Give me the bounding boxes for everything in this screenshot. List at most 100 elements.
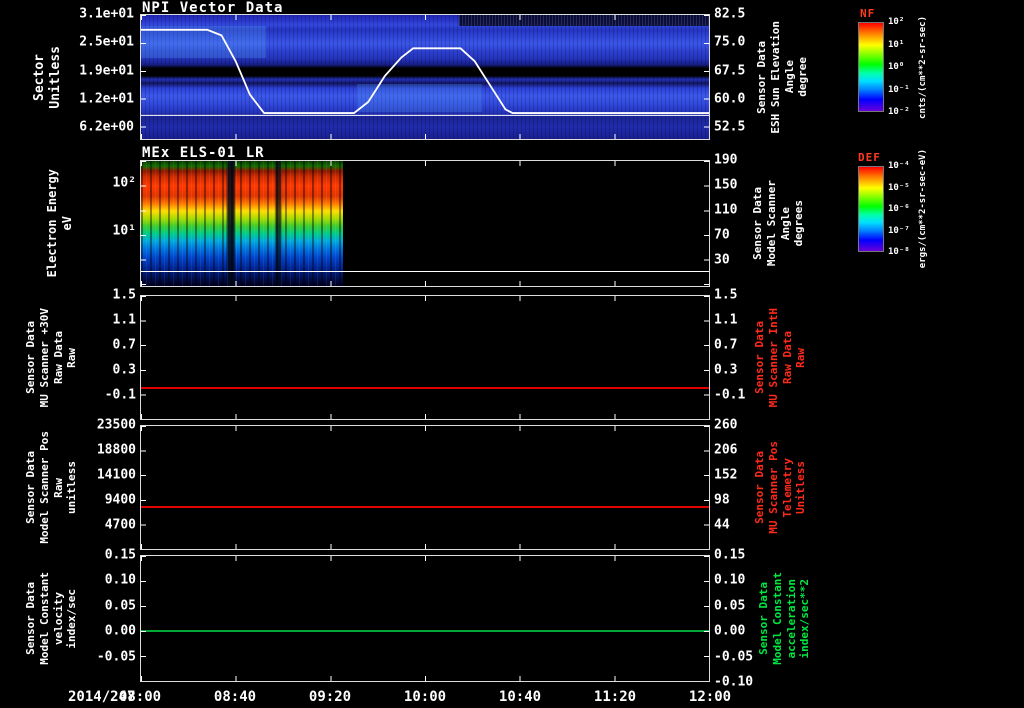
colorbar-tick-label: 10⁻⁸ xyxy=(888,247,910,257)
panel2-left-ticks: 10² 10¹ xyxy=(102,160,136,287)
axis-label-line: Raw xyxy=(51,477,65,498)
y-tick-label: 1.9e+01 xyxy=(79,63,134,79)
els-overlay-line xyxy=(141,271,709,272)
panel1-left-ticks: 3.1e+01 2.5e+01 1.9e+01 1.2e+01 6.2e+00 xyxy=(74,8,134,140)
y-tick-label: 0.7 xyxy=(714,337,738,353)
colorbar-def-title: DEF xyxy=(858,151,881,164)
y-tick-label: 30 xyxy=(714,252,730,268)
y-tick-label: 18800 xyxy=(96,442,136,458)
y-tick-label: -0.05 xyxy=(714,649,754,665)
x-tick-marks xyxy=(141,676,709,681)
colorbar-tick-label: 10⁻⁷ xyxy=(888,225,910,236)
axis-label-line: Sector xyxy=(31,53,47,101)
model-scanner-pos-plot xyxy=(140,425,710,550)
y-tick-marks xyxy=(704,296,709,419)
y-tick-marks xyxy=(704,426,709,549)
panel1-right-axis-label: Sensor Data ESH Sun Elevation Angle degr… xyxy=(755,14,810,140)
science-plot-page: NPI Vector Data Sector Unitless 3.1e+01 … xyxy=(0,0,1024,708)
model-constant-velocity-line xyxy=(141,630,709,632)
unit-label: cnts/(cm**2-sr-sec) xyxy=(917,15,928,119)
y-tick-label: 0.10 xyxy=(714,572,746,588)
y-tick-label: 82.5 xyxy=(714,6,746,22)
panel1-left-axis-label: Sector Unitless xyxy=(28,14,68,140)
colorbar-nf-ticks: 10² 10¹ 10⁰ 10⁻¹ 10⁻² xyxy=(888,17,914,117)
time-tick-label: 11:20 xyxy=(593,689,637,705)
y-tick-label: 6.2e+00 xyxy=(79,119,134,135)
y-tick-label: -0.1 xyxy=(104,387,136,403)
model-constant-velocity-plot xyxy=(140,555,710,682)
y-tick-label: -0.1 xyxy=(714,387,746,403)
colorbar-nf-title: NF xyxy=(860,7,876,20)
colorbar-tick-label: 10⁻⁶ xyxy=(888,204,910,214)
y-tick-marks xyxy=(141,556,146,681)
axis-label-line: Raw Data xyxy=(51,331,65,384)
y-tick-label: 190 xyxy=(714,152,738,168)
colorbar-tick-label: 10⁻⁴ xyxy=(888,161,910,171)
panel3-left-ticks: 1.5 1.1 0.7 0.3 -0.1 xyxy=(90,289,136,420)
colorbar-tick-label: 10⁻² xyxy=(888,107,910,117)
y-tick-label: 0.7 xyxy=(112,337,136,353)
y-tick-label: 52.5 xyxy=(714,119,746,135)
axis-label-line: degree xyxy=(796,57,810,97)
axis-label-line: Angle xyxy=(782,60,796,94)
y-tick-marks xyxy=(704,161,709,286)
axis-label-line: Raw Data xyxy=(780,331,794,384)
axis-label-line: Raw xyxy=(65,347,79,368)
time-tick-label: 08:40 xyxy=(213,689,257,705)
x-tick-marks xyxy=(141,161,709,166)
axis-label-line: Model Constant xyxy=(770,572,784,665)
axis-label-line: unitless xyxy=(65,461,79,514)
axis-label-line: eV xyxy=(59,216,74,231)
axis-label-line: Sensor Data xyxy=(757,582,771,655)
panel3-right-ticks: 1.5 1.1 0.7 0.3 -0.1 xyxy=(714,289,748,420)
y-tick-marks xyxy=(704,15,709,139)
model-scanner-pos-line xyxy=(141,505,709,508)
y-tick-label: 150 xyxy=(714,177,738,193)
y-tick-label: 70 xyxy=(714,227,730,243)
y-tick-label: 0.00 xyxy=(714,623,746,639)
colorbar-def xyxy=(858,166,884,252)
time-tick-label: 12:00 xyxy=(688,689,732,705)
y-tick-label: 206 xyxy=(714,442,738,458)
y-tick-marks xyxy=(141,15,146,139)
time-tick-label: 09:20 xyxy=(308,689,352,705)
y-tick-label: 0.05 xyxy=(104,598,136,614)
axis-label-line: Sensor Data xyxy=(753,451,767,524)
y-tick-label: 260 xyxy=(714,417,738,433)
time-tick-label: 10:40 xyxy=(498,689,542,705)
panel4-right-ticks: 260 206 152 98 44 xyxy=(714,419,748,550)
panel3-right-axis-label: Sensor Data MU Scanner IntH Raw Data Raw xyxy=(752,295,810,420)
y-tick-label: -0.10 xyxy=(714,674,754,690)
y-tick-label: 1.2e+01 xyxy=(79,91,134,107)
axis-label-line: acceleration xyxy=(784,578,798,659)
y-tick-label: 0.15 xyxy=(104,547,136,563)
panel4-left-axis-label: Sensor Data Model Scanner Pos Raw unitle… xyxy=(20,425,84,550)
panel4-right-axis-label: Sensor Data MU Scanner Pos Telemetry Uni… xyxy=(752,425,810,550)
axis-label-line: Sensor Data xyxy=(753,321,767,394)
y-tick-label: 1.1 xyxy=(714,312,738,328)
time-tick-label: 08:00 xyxy=(118,689,162,705)
y-tick-label: 0.15 xyxy=(714,547,746,563)
colorbar-tick-label: 10¹ xyxy=(888,39,905,50)
colorbar-tick-label: 10⁰ xyxy=(888,62,905,72)
y-tick-label: 110 xyxy=(714,202,738,218)
colorbar-nf-unit: cnts/(cm**2-sr-sec) xyxy=(916,14,930,120)
x-tick-marks xyxy=(141,296,709,301)
mu-scanner-30v-plot xyxy=(140,295,710,420)
y-tick-marks xyxy=(141,296,146,419)
y-tick-label: 98 xyxy=(714,492,730,508)
x-tick-marks xyxy=(141,556,709,561)
mu-scanner-30v-line xyxy=(141,387,709,390)
sun-elevation-line xyxy=(141,30,709,113)
colorbar-tick-label: 10⁻⁵ xyxy=(888,182,910,193)
panel5-left-ticks: 0.15 0.10 0.05 0.00 -0.05 xyxy=(90,549,136,682)
panel2-title: MEx ELS-01 LR xyxy=(142,145,265,161)
axis-label-line: Sensor Data xyxy=(24,451,38,524)
axis-label-line: Sensor Data xyxy=(751,187,765,260)
axis-label-line: ESH Sun Elevation xyxy=(768,20,782,134)
axis-label-line: Sensor Data xyxy=(24,321,38,394)
els-spectrogram xyxy=(140,160,710,287)
y-tick-label: 9400 xyxy=(104,492,136,508)
unit-label: ergs/(cm**2-sr-sec-eV) xyxy=(917,149,928,269)
colorbar-nf xyxy=(858,22,884,112)
